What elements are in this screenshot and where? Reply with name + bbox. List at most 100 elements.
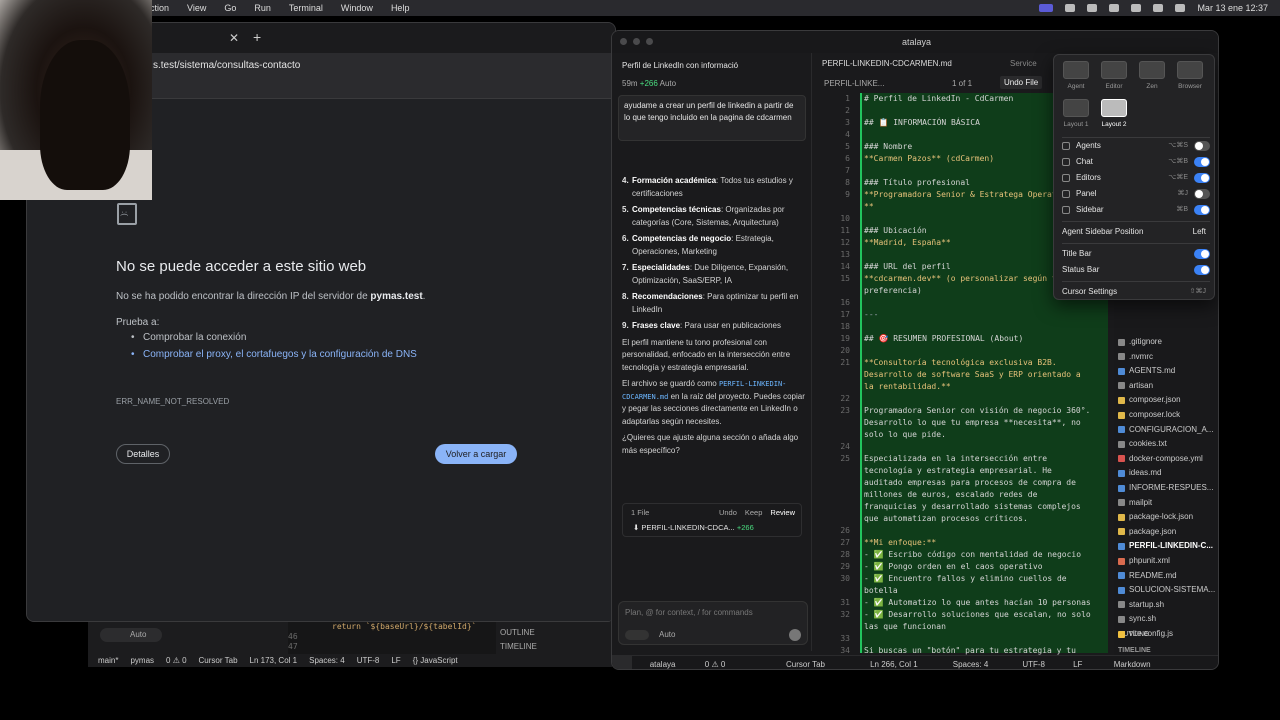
status-item[interactable]: LF xyxy=(391,656,400,665)
explorer-file[interactable]: mailpit xyxy=(1118,496,1152,510)
timeline-section[interactable]: TIMELINE xyxy=(1118,647,1151,654)
bg-outline-section[interactable]: OUTLINE xyxy=(500,628,535,637)
changed-file-item[interactable]: ⬇ PERFIL-LINKEDIN-CDCA... +266 xyxy=(633,523,754,532)
explorer-file[interactable]: .nvmrc xyxy=(1118,350,1153,364)
toggle-switch[interactable] xyxy=(1194,157,1210,167)
search-icon[interactable] xyxy=(1153,4,1164,12)
minimize-window-button[interactable] xyxy=(633,38,640,45)
reload-button[interactable]: Volver a cargar xyxy=(435,444,517,464)
menu-item[interactable]: Help xyxy=(391,3,410,13)
title-bar-toggle-row[interactable]: Title Bar xyxy=(1062,247,1210,261)
zoom-window-button[interactable] xyxy=(646,38,653,45)
explorer-file[interactable]: cookies.txt xyxy=(1118,437,1167,451)
mode-chip[interactable]: Auto xyxy=(100,628,162,642)
undo-button[interactable]: Undo xyxy=(719,508,737,517)
send-button[interactable] xyxy=(789,629,801,641)
layout-option[interactable]: Zen xyxy=(1138,61,1166,90)
status-item[interactable]: Cursor Tab xyxy=(199,656,238,665)
panel-toggle-row[interactable]: Chat ⌥⌘B xyxy=(1062,155,1210,169)
status-item[interactable]: {} JavaScript xyxy=(413,656,458,665)
explorer-file[interactable]: artisan xyxy=(1118,379,1153,393)
explorer-file[interactable]: package.json xyxy=(1118,525,1176,539)
toggle-switch[interactable] xyxy=(1194,173,1210,183)
status-item[interactable]: Spaces: 4 xyxy=(953,660,989,669)
menu-item[interactable]: ction xyxy=(150,3,169,13)
toggle-switch[interactable] xyxy=(1194,141,1210,151)
chat-input-box[interactable]: Plan, @ for context, / for commands Auto xyxy=(618,601,808,645)
menu-item[interactable]: Window xyxy=(341,3,373,13)
details-button[interactable]: Detalles xyxy=(116,444,170,464)
toggle-switch[interactable] xyxy=(1194,249,1210,259)
panel-toggle-row[interactable]: Sidebar ⌘B xyxy=(1062,203,1210,217)
explorer-file[interactable]: startup.sh xyxy=(1118,598,1164,612)
layout-option[interactable]: Editor xyxy=(1100,61,1128,90)
status-bar-toggle-row[interactable]: Status Bar xyxy=(1062,263,1210,277)
files-count[interactable]: 1 File xyxy=(631,508,649,517)
layout-option[interactable]: Layout 1 xyxy=(1062,99,1090,128)
bg-timeline-section[interactable]: TIMELINE xyxy=(500,642,537,651)
keep-button[interactable]: Keep xyxy=(745,508,763,517)
explorer-file[interactable]: .gitignore xyxy=(1118,335,1162,349)
explorer-file[interactable]: package-lock.json xyxy=(1118,510,1193,524)
explorer-file[interactable]: docker-compose.yml xyxy=(1118,452,1203,466)
layout-option[interactable]: Agent xyxy=(1062,61,1090,90)
status-item[interactable]: atalaya xyxy=(650,660,676,669)
status-item[interactable]: main* xyxy=(98,656,118,665)
status-item[interactable]: Ln 266, Col 1 xyxy=(870,660,918,669)
menu-item[interactable]: Terminal xyxy=(289,3,323,13)
panel-toggle-row[interactable]: Agents ⌥⌘S xyxy=(1062,139,1210,153)
cursor-settings-row[interactable]: Cursor Settings ⇧⌘J xyxy=(1062,285,1210,299)
panel-toggle-row[interactable]: Editors ⌥⌘E xyxy=(1062,171,1210,185)
menu-item[interactable]: Go xyxy=(224,3,236,13)
status-item[interactable]: UTF-8 xyxy=(1022,660,1045,669)
clock[interactable]: Mar 13 ene 12:37 xyxy=(1197,3,1268,13)
suggestion-check-proxy-link[interactable]: Comprobar el proxy, el cortafuegos y la … xyxy=(131,349,417,360)
layout-option[interactable]: Layout 2 xyxy=(1100,99,1128,128)
status-item[interactable]: Spaces: 4 xyxy=(309,656,345,665)
explorer-file[interactable]: SOLUCION-SISTEMA... xyxy=(1118,583,1215,597)
tab-perfil-linkedin[interactable]: PERFIL-LINKEDIN-CDCARMEN.md xyxy=(822,59,952,68)
mode-selector[interactable] xyxy=(625,630,649,640)
status-item[interactable]: Markdown xyxy=(1114,660,1151,669)
status-item[interactable]: Ln 173, Col 1 xyxy=(250,656,298,665)
remote-indicator[interactable] xyxy=(612,656,632,669)
explorer-file[interactable]: AGENTS.md xyxy=(1118,364,1175,378)
chat-title[interactable]: Perfil de LinkedIn con informació xyxy=(622,61,762,70)
undo-file-button[interactable]: Undo File xyxy=(1000,76,1043,89)
panel-toggle-row[interactable]: Panel ⌘J xyxy=(1062,187,1210,201)
status-item[interactable]: LF xyxy=(1073,660,1082,669)
explorer-file[interactable]: README.md xyxy=(1118,569,1177,583)
new-tab-icon[interactable]: + xyxy=(253,29,261,45)
explorer-file[interactable]: vite.config.js xyxy=(1118,627,1173,641)
battery-icon[interactable] xyxy=(1109,4,1120,12)
cloud-icon[interactable] xyxy=(1065,4,1076,12)
layout-option[interactable]: Browser xyxy=(1176,61,1204,90)
explorer-file[interactable]: composer.json xyxy=(1118,393,1181,407)
close-window-button[interactable] xyxy=(620,38,627,45)
explorer-file[interactable]: PERFIL-LINKEDIN-C... xyxy=(1118,539,1213,553)
wifi-icon[interactable] xyxy=(1131,4,1142,12)
tab-service[interactable]: Service xyxy=(1010,59,1037,68)
control-center-icon[interactable] xyxy=(1175,4,1186,12)
close-tab-icon[interactable]: ✕ xyxy=(229,31,239,45)
status-item[interactable]: 0 ⚠ 0 xyxy=(166,656,187,665)
status-item[interactable]: UTF-8 xyxy=(357,656,380,665)
sidebar-position-value[interactable]: Left xyxy=(1193,225,1206,239)
menu-item[interactable]: Run xyxy=(254,3,271,13)
breadcrumb-file[interactable]: PERFIL-LINKE... xyxy=(824,79,884,88)
explorer-file[interactable]: ideas.md xyxy=(1118,466,1161,480)
status-item[interactable]: 0 ⚠ 0 xyxy=(705,660,726,669)
sidebar-position-row[interactable]: Agent Sidebar Position Left xyxy=(1062,225,1210,239)
status-item[interactable]: Cursor Tab xyxy=(786,660,825,669)
review-button[interactable]: Review xyxy=(770,508,795,517)
screen-record-icon[interactable] xyxy=(1039,4,1054,12)
explorer-file[interactable]: sync.sh xyxy=(1118,612,1156,626)
explorer-file[interactable]: composer.lock xyxy=(1118,408,1180,422)
toggle-switch[interactable] xyxy=(1194,265,1210,275)
menu-item[interactable]: View xyxy=(187,3,206,13)
explorer-file[interactable]: phpunit.xml xyxy=(1118,554,1170,568)
vpn-icon[interactable] xyxy=(1087,4,1098,12)
model-selector[interactable]: Auto xyxy=(659,630,675,639)
toggle-switch[interactable] xyxy=(1194,189,1210,199)
toggle-switch[interactable] xyxy=(1194,205,1210,215)
